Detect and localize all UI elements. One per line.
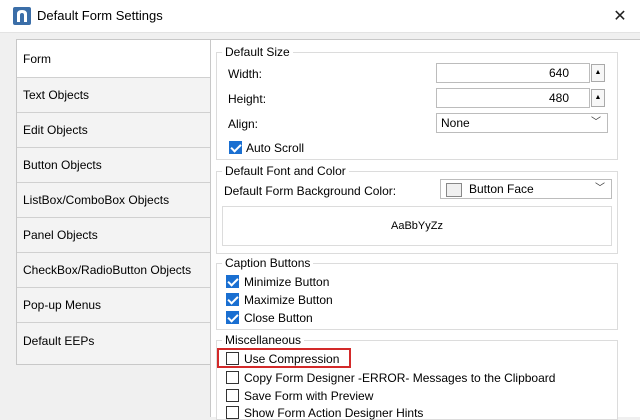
app-icon — [13, 7, 31, 25]
show-hints-label: Show Form Action Designer Hints — [244, 406, 424, 420]
close-icon: ✕ — [613, 8, 627, 25]
bg-color-select[interactable]: Button Face ﹀ — [440, 179, 612, 199]
maximize-button-checkbox[interactable] — [226, 293, 239, 306]
align-value: None — [441, 116, 470, 130]
align-select[interactable]: None ﹀ — [436, 113, 608, 133]
width-label: Width: — [228, 67, 263, 81]
window-title: Default Form Settings — [37, 8, 163, 23]
height-spin-up-button[interactable]: ▲ — [591, 89, 605, 107]
minimize-button-label: Minimize Button — [244, 275, 330, 289]
font-preview: AaBbYyZz — [222, 206, 612, 246]
bg-color-value: Button Face — [469, 182, 534, 196]
close-button[interactable]: ✕ — [600, 0, 640, 32]
up-arrow-icon: ▲ — [594, 69, 602, 76]
close-button-checkbox[interactable] — [226, 311, 239, 324]
miscellaneous-title: Miscellaneous — [222, 333, 305, 347]
tab-default-eeps[interactable]: Default EEPs — [17, 323, 211, 358]
tab-checkbox-radiobutton-objects[interactable]: CheckBox/RadioButton Objects — [17, 253, 211, 288]
tab-button-objects[interactable]: Button Objects — [17, 148, 211, 183]
save-with-preview-label: Save Form with Preview — [244, 389, 374, 403]
tab-panel-objects[interactable]: Panel Objects — [17, 218, 211, 253]
minimize-button-checkbox[interactable] — [226, 275, 239, 288]
bg-color-label: Default Form Background Color: — [224, 184, 397, 198]
color-swatch — [446, 183, 462, 197]
title-bar: Default Form Settings ✕ — [0, 0, 640, 33]
caption-buttons-title: Caption Buttons — [222, 256, 314, 270]
close-button-label: Close Button — [244, 311, 313, 325]
tab-text-objects[interactable]: Text Objects — [17, 78, 211, 113]
chevron-down-icon: ﹀ — [595, 183, 605, 194]
width-input[interactable]: 640 — [436, 63, 590, 83]
category-tab-list: Form Text Objects Edit Objects Button Ob… — [16, 39, 212, 365]
align-label: Align: — [228, 117, 259, 131]
width-spin-up-button[interactable]: ▲ — [591, 64, 605, 82]
copy-errors-checkbox[interactable] — [226, 371, 239, 384]
up-arrow-icon: ▲ — [594, 94, 602, 101]
tab-popup-menus[interactable]: Pop-up Menus — [17, 288, 211, 323]
height-label: Height: — [228, 92, 267, 106]
highlight-box — [217, 348, 351, 368]
auto-scroll-checkbox[interactable] — [229, 141, 242, 154]
height-input[interactable]: 480 — [436, 88, 590, 108]
tab-form[interactable]: Form — [17, 40, 211, 78]
font-color-title: Default Font and Color — [222, 164, 349, 178]
default-size-title: Default Size — [222, 45, 293, 59]
tab-edit-objects[interactable]: Edit Objects — [17, 113, 211, 148]
show-hints-checkbox[interactable] — [226, 406, 239, 419]
tab-listbox-combobox-objects[interactable]: ListBox/ComboBox Objects — [17, 183, 211, 218]
auto-scroll-label: Auto Scroll — [246, 141, 305, 155]
copy-errors-label: Copy Form Designer -ERROR- Messages to t… — [244, 371, 556, 385]
maximize-button-label: Maximize Button — [244, 293, 333, 307]
save-with-preview-checkbox[interactable] — [226, 389, 239, 402]
chevron-down-icon: ﹀ — [591, 117, 601, 128]
